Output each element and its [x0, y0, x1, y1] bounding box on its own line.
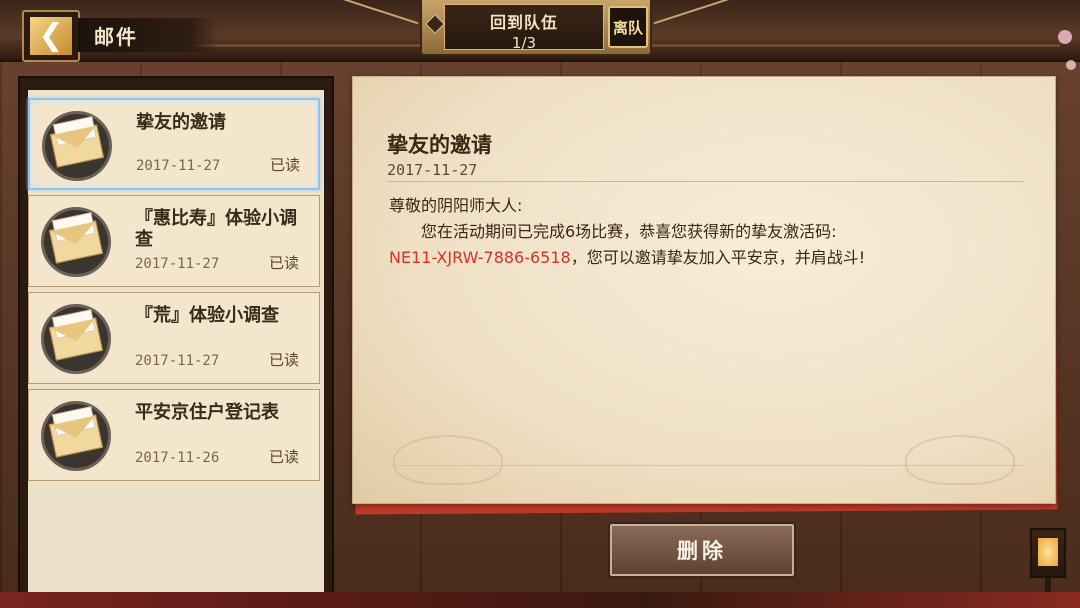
return-to-team-button[interactable]: 回到队伍 1/3: [444, 4, 604, 52]
mail-date: 2017-11-27: [136, 158, 221, 174]
invite-code: NE11-XJRW-7886-6518: [389, 248, 571, 267]
mail-list: 挚友的邀请 2017-11-27 已读 『惠比寿』体验小调查 2017-11-2…: [28, 98, 320, 486]
divider: [387, 181, 1023, 182]
letter-panel: 挚友的邀请 2017-11-27 尊敬的阴阳师大人: 您在活动期间已完成6场比赛…: [352, 76, 1056, 504]
cloud-ornament-icon: [905, 435, 1015, 485]
team-count: 1/3: [511, 34, 537, 52]
mail-date: 2017-11-27: [135, 256, 220, 272]
mail-date: 2017-11-27: [135, 353, 220, 369]
cloud-ornament-icon: [393, 435, 503, 485]
letter-date: 2017-11-27: [387, 161, 478, 179]
delete-button[interactable]: 删除: [610, 524, 794, 576]
team-banner: 回到队伍 1/3 离队: [420, 0, 652, 56]
letter-body-line: NE11-XJRW-7886-6518，您可以邀请挚友加入平安京，并肩战斗!: [389, 245, 949, 271]
envelope-icon: [42, 111, 112, 181]
letter-greeting: 尊敬的阴阳师大人:: [389, 196, 523, 215]
envelope-icon: [41, 401, 111, 471]
chevron-left-icon: ❮: [30, 17, 72, 55]
letter-body-line: 您在活动期间已完成6场比赛，恭喜您获得新的挚友激活码:: [421, 222, 837, 241]
mail-status: 已读: [269, 254, 300, 272]
lantern-icon: [1030, 528, 1066, 578]
mail-item[interactable]: 平安京住户登记表 2017-11-26 已读: [28, 389, 320, 481]
return-to-team-label: 回到队伍: [489, 13, 558, 32]
blossom-icon: [1058, 30, 1072, 44]
letter-body-tail: ，您可以邀请挚友加入平安京，并肩战斗!: [570, 248, 866, 267]
back-button[interactable]: ❮: [22, 10, 80, 62]
mail-title: 『荒』体验小调查: [135, 305, 279, 326]
diamond-ornament-icon: [425, 14, 445, 34]
leave-team-button[interactable]: 离队: [608, 6, 648, 48]
envelope-icon: [41, 207, 111, 277]
mail-item[interactable]: 『荒』体验小调查 2017-11-27 已读: [28, 292, 320, 384]
mail-date: 2017-11-26: [135, 450, 220, 466]
page-title: 邮件: [78, 18, 218, 52]
mail-status: 已读: [269, 448, 300, 466]
mail-title: 平安京住户登记表: [135, 402, 279, 423]
mail-title: 『惠比寿』体验小调查: [135, 208, 297, 250]
blossom-icon: [1066, 60, 1076, 70]
letter-body: 尊敬的阴阳师大人: 您在活动期间已完成6场比赛，恭喜您获得新的挚友激活码: NE…: [389, 193, 949, 271]
mail-status: 已读: [270, 156, 301, 174]
mail-item[interactable]: 挚友的邀请 2017-11-27 已读: [28, 98, 320, 190]
envelope-icon: [41, 304, 111, 374]
mail-item[interactable]: 『惠比寿』体验小调查 2017-11-27 已读: [28, 195, 320, 287]
mail-status: 已读: [269, 351, 300, 369]
mail-title: 挚友的邀请: [136, 112, 226, 133]
letter-title: 挚友的邀请: [387, 133, 492, 157]
floor-glow: [0, 592, 1080, 608]
